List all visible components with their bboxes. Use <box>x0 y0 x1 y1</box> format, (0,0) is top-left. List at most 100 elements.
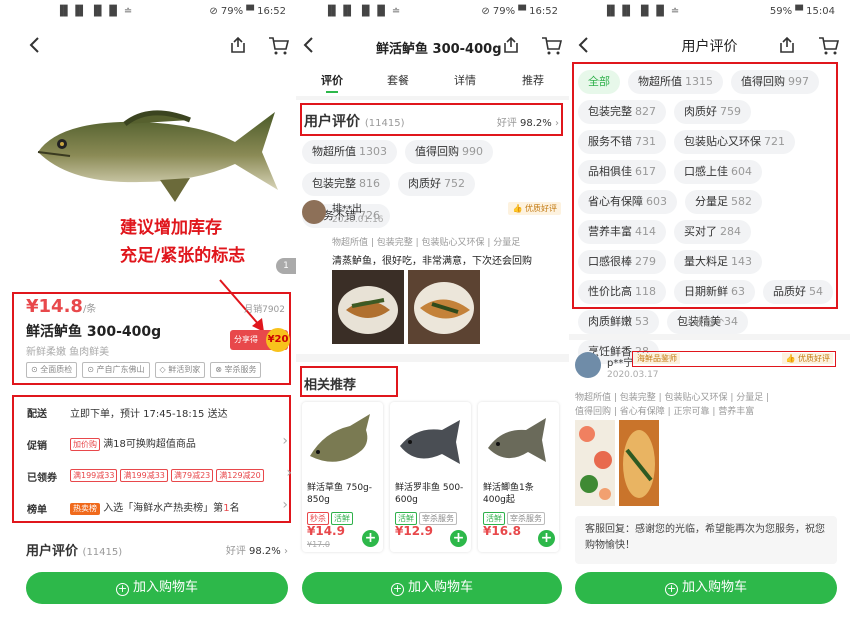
add-product-button[interactable]: + <box>538 530 555 547</box>
avatar <box>575 352 601 378</box>
review-tag-all[interactable]: 全部 <box>578 70 620 94</box>
promo-row[interactable]: 加价购 满18可换购超值商品 › <box>70 433 288 451</box>
review-photo[interactable] <box>619 420 659 506</box>
tab-detail[interactable]: 详情 <box>454 72 476 88</box>
avatar <box>302 200 326 224</box>
review-tag[interactable]: 包装贴心又环保 721 <box>674 130 795 154</box>
reviewer-name: 排**出 <box>332 204 362 215</box>
signal-icons: ▐▌▐▌ ▐▌▐▌ ≐ <box>324 6 401 17</box>
add-to-cart-button[interactable]: + 加入购物车 <box>575 572 837 604</box>
cart-icon[interactable] <box>818 36 840 56</box>
review-header-box[interactable]: 用户评价 (11415) 好评 98.2% › <box>300 103 563 136</box>
review-tag[interactable]: 品相俱佳 617 <box>578 160 666 184</box>
product-image <box>304 406 380 476</box>
share-icon[interactable] <box>228 35 248 55</box>
review-section-title: 用户评价 (11415) <box>26 544 123 559</box>
product-old-price: ¥17.0 <box>307 540 330 549</box>
coupon-row[interactable]: 满199减33 满199减33 满79减23 满129减20 › <box>70 465 292 482</box>
rank-row[interactable]: 热卖榜 入选「海鲜水产热卖榜」第1名 › <box>70 497 288 515</box>
review-photo[interactable] <box>408 270 480 344</box>
review-photo[interactable] <box>575 420 615 506</box>
product-image <box>392 406 468 476</box>
tab-package[interactable]: 套餐 <box>387 72 409 88</box>
service-info-box: 配送 立即下单，预计 17:45-18:15 送达 促销 加价购 满18可换购超… <box>12 395 292 523</box>
guarantee-item: ⊙ 产自广东佛山 <box>82 362 150 378</box>
share-icon[interactable] <box>777 35 797 55</box>
collapse-button[interactable]: 收起 ^ <box>569 314 850 329</box>
delivery-label: 配送 <box>27 409 47 420</box>
product-card[interactable]: 鲜活罗非鱼 500-600g 活鲜 宰杀服务 ¥12.9 + <box>390 402 471 552</box>
review-tag[interactable]: 性价比高 118 <box>578 280 666 304</box>
review-tag[interactable]: 值得回购 990 <box>405 140 493 164</box>
review-tag[interactable]: 肉质好 752 <box>398 172 475 196</box>
fish-image <box>30 90 280 210</box>
review-photo[interactable] <box>332 270 404 344</box>
review-tag[interactable]: 物超所值 1303 <box>302 140 397 164</box>
product-detail-panel: ▐▌▐▌ ▐▌▐▌ ≐ ⊘ 79% ▀ 16:52 建议增加库存 充足/紧张的标… <box>0 0 296 617</box>
all-reviews-panel: ▐▌▐▌ ▐▌▐▌ ≐ 59% ▀ 15:04 用户评价 全部 物超所值 1315… <box>569 0 850 617</box>
review-tag[interactable]: 日期新鲜 63 <box>674 280 755 304</box>
product-price: ¥14.9 <box>307 524 345 538</box>
review-tag[interactable]: 肉质好 759 <box>674 100 751 124</box>
review-tag[interactable]: 营养丰富 414 <box>578 220 666 244</box>
review-title: 用户评价 (11415) <box>304 114 405 130</box>
cart-icon[interactable] <box>268 36 290 56</box>
review-tag[interactable]: 省心有保障 603 <box>578 190 677 214</box>
review-tag[interactable]: 口感很棒 279 <box>578 250 666 274</box>
signal-icons: ▐▌▐▌ ▐▌▐▌ ≐ <box>56 6 133 17</box>
recommend-title: 相关推荐 <box>304 378 357 393</box>
coupon-label: 已领券 <box>27 473 57 484</box>
page-title: 用户评价 <box>681 39 738 55</box>
review-tag[interactable]: 包装完整 827 <box>578 100 666 124</box>
review-tag[interactable]: 分量足 582 <box>685 190 762 214</box>
divider <box>296 96 569 100</box>
back-icon[interactable] <box>302 36 314 54</box>
status-right: 59% ▀ 15:04 <box>769 6 835 17</box>
add-to-cart-button[interactable]: + 加入购物车 <box>26 572 288 604</box>
review-tag[interactable]: 买对了 284 <box>674 220 751 244</box>
quality-badge: 👍 优质好评 <box>508 202 561 215</box>
cart-icon[interactable] <box>541 36 563 56</box>
recommend-header-box: 相关推荐 <box>300 366 398 397</box>
review-tag[interactable]: 量大料足 143 <box>674 250 762 274</box>
add-to-cart-button[interactable]: + 加入购物车 <box>302 572 562 604</box>
delivery-value: 立即下单，预计 17:45-18:15 送达 <box>70 409 228 420</box>
add-product-button[interactable]: + <box>362 530 379 547</box>
rank-label: 榜单 <box>27 505 47 516</box>
coupon-tag: 满79减23 <box>170 469 214 482</box>
back-icon[interactable] <box>28 36 40 54</box>
guarantee-item: ⊙ 全面质检 <box>26 362 78 378</box>
review-rate: 好评 98.2% › <box>496 118 559 129</box>
status-right: ⊘ 79% ▀ 16:52 <box>481 6 558 17</box>
share-earn-button[interactable]: 分享得 ¥20 <box>230 328 290 352</box>
product-name: 鲜活罗非鱼 500-600g <box>395 483 464 505</box>
product-name: 鲜活草鱼 750g-850g <box>307 483 372 505</box>
review-tag[interactable]: 口感上佳 604 <box>674 160 762 184</box>
product-name: 鲜活鲫鱼1条 400g起 <box>483 483 534 505</box>
guarantee-list: ⊙ 全面质检 ⊙ 产自广东佛山 ◇ 鲜活到家 ⊗ 宰杀服务 <box>26 362 262 378</box>
tab-bar: 评价 套餐 详情 推荐 <box>296 72 569 94</box>
annotation-line-2: 充足/紧张的标志 <box>120 246 246 266</box>
tab-review[interactable]: 评价 <box>321 72 343 88</box>
product-image <box>480 406 556 476</box>
product-card[interactable]: 鲜活草鱼 750g-850g 秒杀 活鲜 ¥14.9 ¥17.0 + <box>302 402 383 552</box>
tab-recommend[interactable]: 推荐 <box>522 72 544 88</box>
coupon-tag: 满199减33 <box>120 469 168 482</box>
review-tags-line: 值得回购 | 省心有保障 | 正宗可靠 | 营养丰富 <box>575 407 755 417</box>
divider <box>569 334 850 340</box>
review-tag[interactable]: 品质好 54 <box>763 280 833 304</box>
review-rate[interactable]: 好评 98.2% › <box>226 542 288 557</box>
review-tag[interactable]: 服务不错 731 <box>578 130 666 154</box>
share-icon[interactable] <box>501 35 521 55</box>
product-subtitle: 新鲜柔嫩 鱼肉鲜美 <box>26 347 110 358</box>
merchant-reply: 客服回复：感谢您的光临，希望能再次为您服务，祝您购物愉快！ <box>575 516 837 564</box>
reviewer-name: p**宁 <box>607 358 634 369</box>
product-card[interactable]: 鲜活鲫鱼1条 400g起 活鲜 宰杀服务 ¥16.8 + <box>478 402 559 552</box>
guarantee-item: ◇ 鲜活到家 <box>154 362 206 378</box>
product-review-panel: ▐▌▐▌ ▐▌▐▌ ≐ ⊘ 79% ▀ 16:52 鲜活鲈鱼 300-400g … <box>296 0 569 617</box>
review-tag[interactable]: 包装完整 816 <box>302 172 390 196</box>
review-tag[interactable]: 值得回购 997 <box>731 70 819 94</box>
add-product-button[interactable]: + <box>450 530 467 547</box>
review-tag[interactable]: 物超所值 1315 <box>628 70 723 94</box>
badge-highlight-box: 海鲜品鉴师 👍 优质好评 <box>632 351 836 367</box>
